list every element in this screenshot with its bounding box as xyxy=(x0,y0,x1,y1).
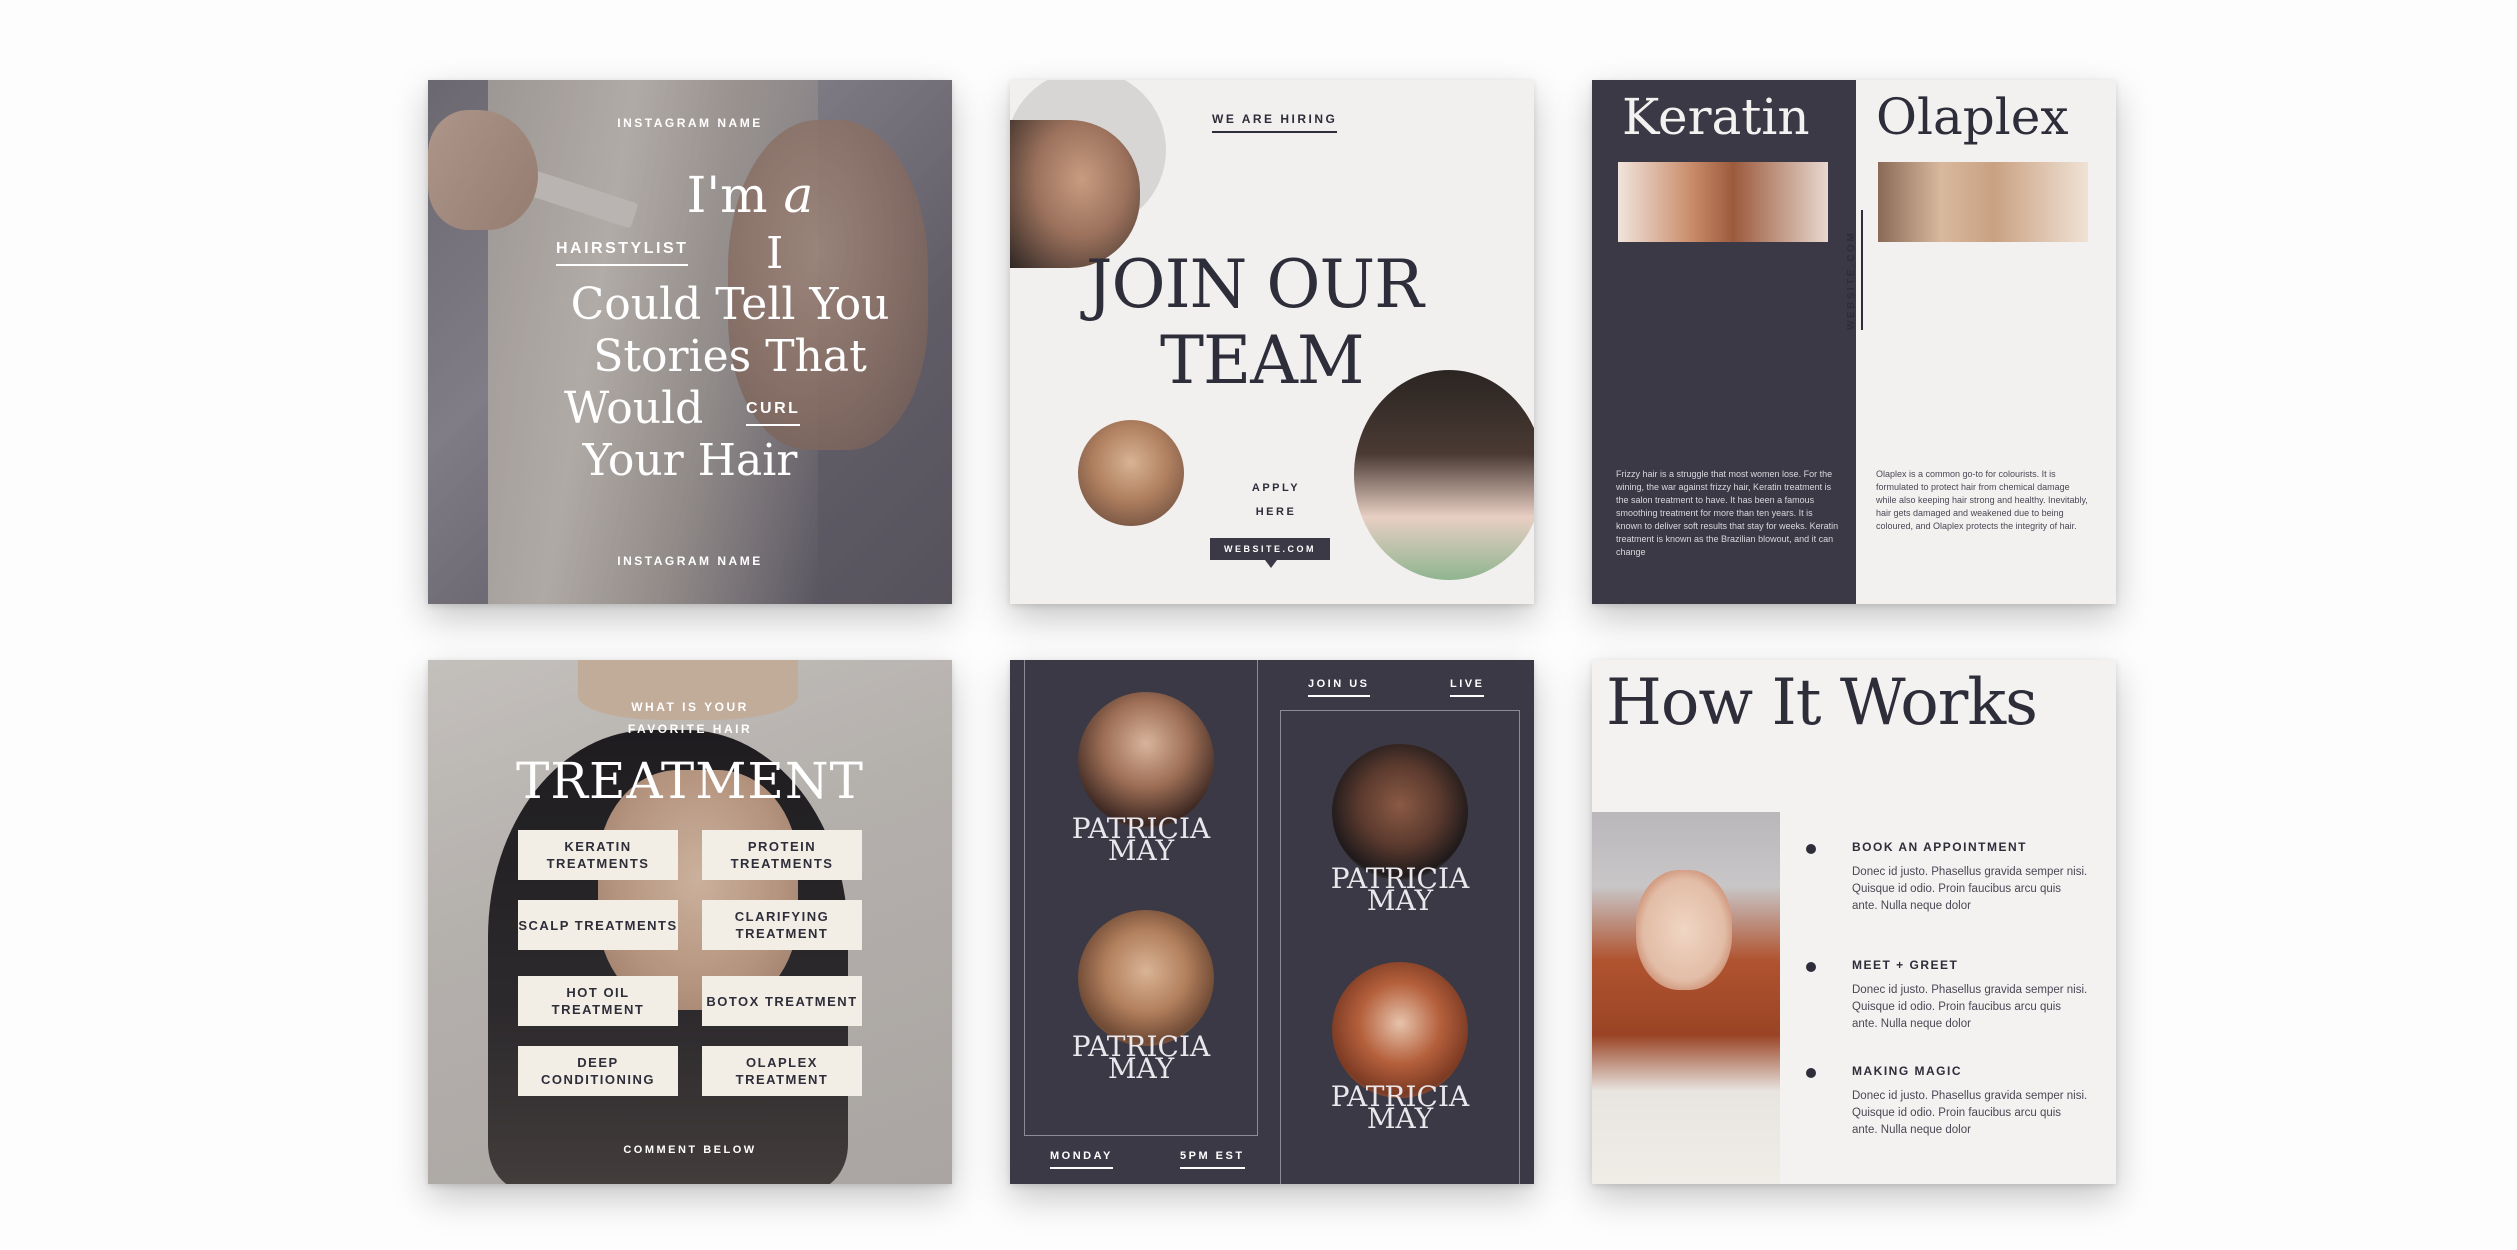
template-sheet: INSTAGRAM NAME I'm a HAIRSTYLIST I Could… xyxy=(0,0,2517,1250)
photo-woman-curls-circle xyxy=(1078,420,1184,526)
host-name-4: PATRICIA MAY xyxy=(1330,1080,1470,1135)
curl-label: CURL xyxy=(746,400,801,426)
question-text: WHAT IS YOUR FAVORITE HAIR xyxy=(627,700,753,736)
photo-host-2 xyxy=(1332,744,1468,880)
step-title-3: MAKING MAGIC xyxy=(1852,1064,1962,1078)
headline-team: TEAM xyxy=(1160,322,1364,399)
comment-below: COMMENT BELOW xyxy=(623,1144,757,1156)
step-bullet-2 xyxy=(1806,962,1816,972)
photo-olaplex-hair xyxy=(1878,162,2088,242)
option-botox[interactable]: BOTOX TREATMENT xyxy=(702,976,862,1026)
website-button[interactable]: WEBSITE.COM xyxy=(1210,538,1330,560)
photo-host-1 xyxy=(1078,692,1214,828)
instagram-name-bottom: INSTAGRAM NAME xyxy=(617,554,763,568)
option-olaplex[interactable]: OLAPLEX TREATMENT xyxy=(702,1046,862,1096)
photo-host-4 xyxy=(1332,962,1468,1098)
quote-line-2: I xyxy=(766,228,784,279)
website-vertical: WEBSITE.COM xyxy=(1846,210,1863,330)
card-hairstylist-quote: INSTAGRAM NAME I'm a HAIRSTYLIST I Could… xyxy=(428,80,952,604)
photo-keratin-hair xyxy=(1618,162,1828,242)
keratin-description: Frizzy hair is a struggle that most wome… xyxy=(1616,469,1839,557)
how-it-works-title: How It Works xyxy=(1606,666,2038,740)
keratin-title: Keratin xyxy=(1622,88,1810,146)
hairstylist-label: HAIRSTYLIST xyxy=(556,240,689,266)
instagram-name-top: INSTAGRAM NAME xyxy=(617,116,763,130)
step-bullet-3 xyxy=(1806,1068,1816,1078)
option-scalp[interactable]: SCALP TREATMENTS xyxy=(518,900,678,950)
quote-line-6: Your Hair xyxy=(582,435,798,486)
card-join-our-team: WE ARE HIRING JOIN OUR TEAM APPLY HERE W… xyxy=(1010,80,1534,604)
host-name-1: PATRICIA MAY xyxy=(1071,812,1211,867)
apply-here: APPLY HERE xyxy=(1251,482,1301,518)
step-title-1: BOOK AN APPOINTMENT xyxy=(1852,840,2027,854)
step-body-3: Donec id justo. Phasellus gravida semper… xyxy=(1852,1090,2088,1136)
day-label: MONDAY xyxy=(1050,1150,1113,1169)
quote-line-5: Would xyxy=(564,383,704,434)
headline-join-our: JOIN OUR xyxy=(1086,246,1424,323)
host-name-2: PATRICIA MAY xyxy=(1330,862,1470,917)
quote-line-1: I'm a xyxy=(686,166,814,224)
photo-redhead-face xyxy=(1636,870,1732,990)
live-label: LIVE xyxy=(1450,678,1485,697)
step-body-1: Donec id justo. Phasellus gravida semper… xyxy=(1852,866,2088,912)
photo-redhead xyxy=(1592,812,1780,1184)
card-keratin-olaplex: Keratin Olaplex WEBSITE.COM Frizzy hair … xyxy=(1592,80,2116,604)
quote-line-3: Could Tell You xyxy=(570,279,890,330)
photo-woman-braids-circle xyxy=(1354,370,1534,580)
quote-line-4: Stories That xyxy=(593,331,867,382)
card-how-it-works: How It Works BOOK AN APPOINTMENT Donec i… xyxy=(1592,660,2116,1184)
step-title-2: MEET + GREET xyxy=(1852,958,1959,972)
card-favorite-treatment: WHAT IS YOUR FAVORITE HAIR TREATMENT KER… xyxy=(428,660,952,1184)
host-name-3: PATRICIA MAY xyxy=(1071,1030,1211,1085)
card-live-event: JOIN US LIVE PATRICIA MAY PATRICIA MAY P… xyxy=(1010,660,1534,1184)
join-us-label: JOIN US xyxy=(1308,678,1370,697)
option-hot-oil[interactable]: HOT OIL TREATMENT xyxy=(518,976,678,1026)
callout-pointer xyxy=(1265,560,1277,568)
step-body-2: Donec id justo. Phasellus gravida semper… xyxy=(1852,984,2088,1030)
option-clarifying[interactable]: CLARIFYING TREATMENT xyxy=(702,900,862,950)
step-bullet-1 xyxy=(1806,844,1816,854)
olaplex-title: Olaplex xyxy=(1876,88,2069,146)
option-protein[interactable]: PROTEIN TREATMENTS xyxy=(702,830,862,880)
time-label: 5PM EST xyxy=(1180,1150,1245,1169)
treatment-title: TREATMENT xyxy=(515,752,864,810)
we-are-hiring: WE ARE HIRING xyxy=(1212,112,1338,133)
option-keratin[interactable]: KERATIN TREATMENTS xyxy=(518,830,678,880)
option-deep-conditioning[interactable]: DEEP CONDITIONING xyxy=(518,1046,678,1096)
olaplex-description: Olaplex is a common go-to for colourists… xyxy=(1876,469,2088,531)
photo-host-3 xyxy=(1078,910,1214,1046)
